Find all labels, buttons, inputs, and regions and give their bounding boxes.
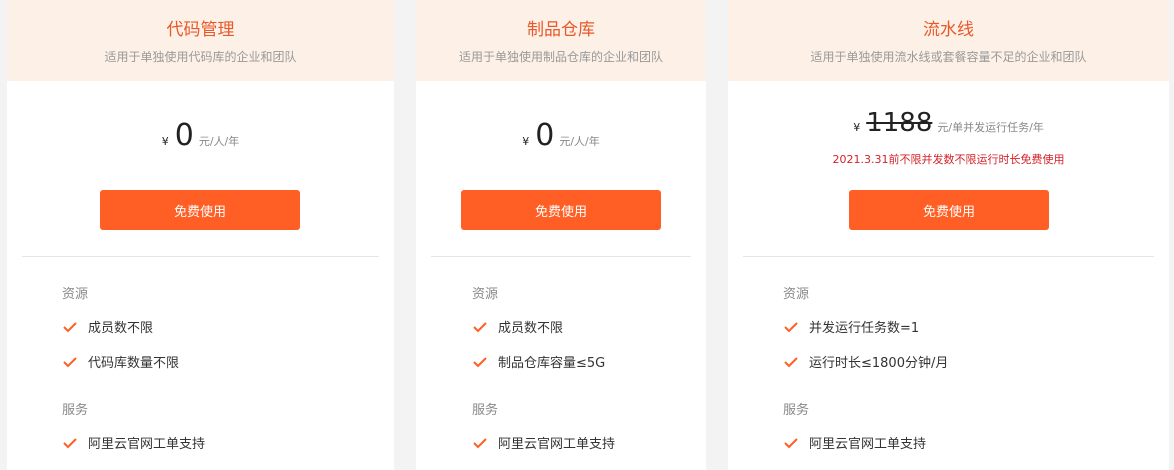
check-icon xyxy=(472,437,488,449)
currency-symbol: ¥ xyxy=(522,135,530,148)
price: ¥0 元/人/年 xyxy=(416,121,706,151)
divider xyxy=(743,256,1154,257)
price-unit: 元/单并发运行任务/年 xyxy=(937,121,1044,134)
feature-label: 制品仓库容量≤5G xyxy=(498,356,606,371)
feature-label: 并发运行任务数=1 xyxy=(809,321,920,336)
price-unit: 元/人/年 xyxy=(198,135,240,148)
feature-label: 成员数不限 xyxy=(88,321,154,336)
price: ¥0 元/人/年 xyxy=(7,121,394,151)
plan-header: 代码管理 适用于单独使用代码库的企业和团队 xyxy=(7,0,394,81)
divider xyxy=(22,256,379,257)
feature-label: 阿里云官网工单支持 xyxy=(498,437,616,452)
plan-description: 适用于单独使用代码库的企业和团队 xyxy=(104,50,297,64)
feature-label: 阿里云官网工单支持 xyxy=(809,437,927,452)
check-icon xyxy=(62,356,78,368)
free-use-button[interactable]: 免费使用 xyxy=(849,190,1049,230)
check-icon xyxy=(62,321,78,333)
plan-card-pipeline: 流水线 适用于单独使用流水线或套餐容量不足的企业和团队 ¥1188 元/单并发运行… xyxy=(728,0,1169,470)
promo-note: 2021.3.31前不限并发数不限运行时长免费使用 xyxy=(832,153,1065,166)
currency-symbol: ¥ xyxy=(161,135,169,148)
services-label: 服务 xyxy=(472,403,499,418)
plan-description: 适用于单独使用制品仓库的企业和团队 xyxy=(458,50,663,64)
price: ¥1188 元/单并发运行任务/年 xyxy=(728,108,1169,138)
feature-item: 并发运行任务数=1 xyxy=(783,317,919,336)
plan-card-artifact: 制品仓库 适用于单独使用制品仓库的企业和团队 ¥0 元/人/年 免费使用 资源 成… xyxy=(416,0,706,470)
check-icon xyxy=(472,356,488,368)
check-icon xyxy=(783,437,799,449)
currency-symbol: ¥ xyxy=(853,121,861,134)
plan-title: 制品仓库 xyxy=(527,20,595,40)
plan-description: 适用于单独使用流水线或套餐容量不足的企业和团队 xyxy=(810,50,1087,64)
plan-title: 代码管理 xyxy=(166,20,235,40)
feature-label: 成员数不限 xyxy=(498,321,564,336)
price-amount: 0 xyxy=(535,118,555,153)
check-icon xyxy=(783,356,799,368)
plan-header: 流水线 适用于单独使用流水线或套餐容量不足的企业和团队 xyxy=(728,0,1169,81)
feature-item: 代码库数量不限 xyxy=(62,352,179,371)
free-use-button[interactable]: 免费使用 xyxy=(461,190,661,230)
resources-label: 资源 xyxy=(783,287,810,302)
feature-item: 阿里云官网工单支持 xyxy=(62,433,205,452)
feature-item: 阿里云官网工单支持 xyxy=(472,433,615,452)
resources-label: 资源 xyxy=(472,287,499,302)
feature-item: 制品仓库容量≤5G xyxy=(472,352,605,371)
check-icon xyxy=(472,321,488,333)
price-amount-struck: 1188 xyxy=(866,108,933,138)
feature-item: 运行时长≤1800分钟/月 xyxy=(783,352,948,371)
price-unit: 元/人/年 xyxy=(559,135,600,148)
plan-header: 制品仓库 适用于单独使用制品仓库的企业和团队 xyxy=(416,0,706,81)
feature-item: 成员数不限 xyxy=(472,317,563,336)
divider xyxy=(431,256,691,257)
services-label: 服务 xyxy=(783,403,810,418)
services-label: 服务 xyxy=(62,403,89,418)
feature-label: 阿里云官网工单支持 xyxy=(88,437,206,452)
price-amount: 0 xyxy=(174,118,194,153)
feature-item: 阿里云官网工单支持 xyxy=(783,433,926,452)
feature-item: 成员数不限 xyxy=(62,317,153,336)
feature-label: 运行时长≤1800分钟/月 xyxy=(809,356,949,371)
feature-label: 代码库数量不限 xyxy=(88,356,180,371)
plan-title: 流水线 xyxy=(923,20,974,40)
resources-label: 资源 xyxy=(62,287,89,302)
free-use-button[interactable]: 免费使用 xyxy=(100,190,300,230)
check-icon xyxy=(62,437,78,449)
check-icon xyxy=(783,321,799,333)
plan-card-code: 代码管理 适用于单独使用代码库的企业和团队 ¥0 元/人/年 免费使用 资源 成员… xyxy=(7,0,394,470)
